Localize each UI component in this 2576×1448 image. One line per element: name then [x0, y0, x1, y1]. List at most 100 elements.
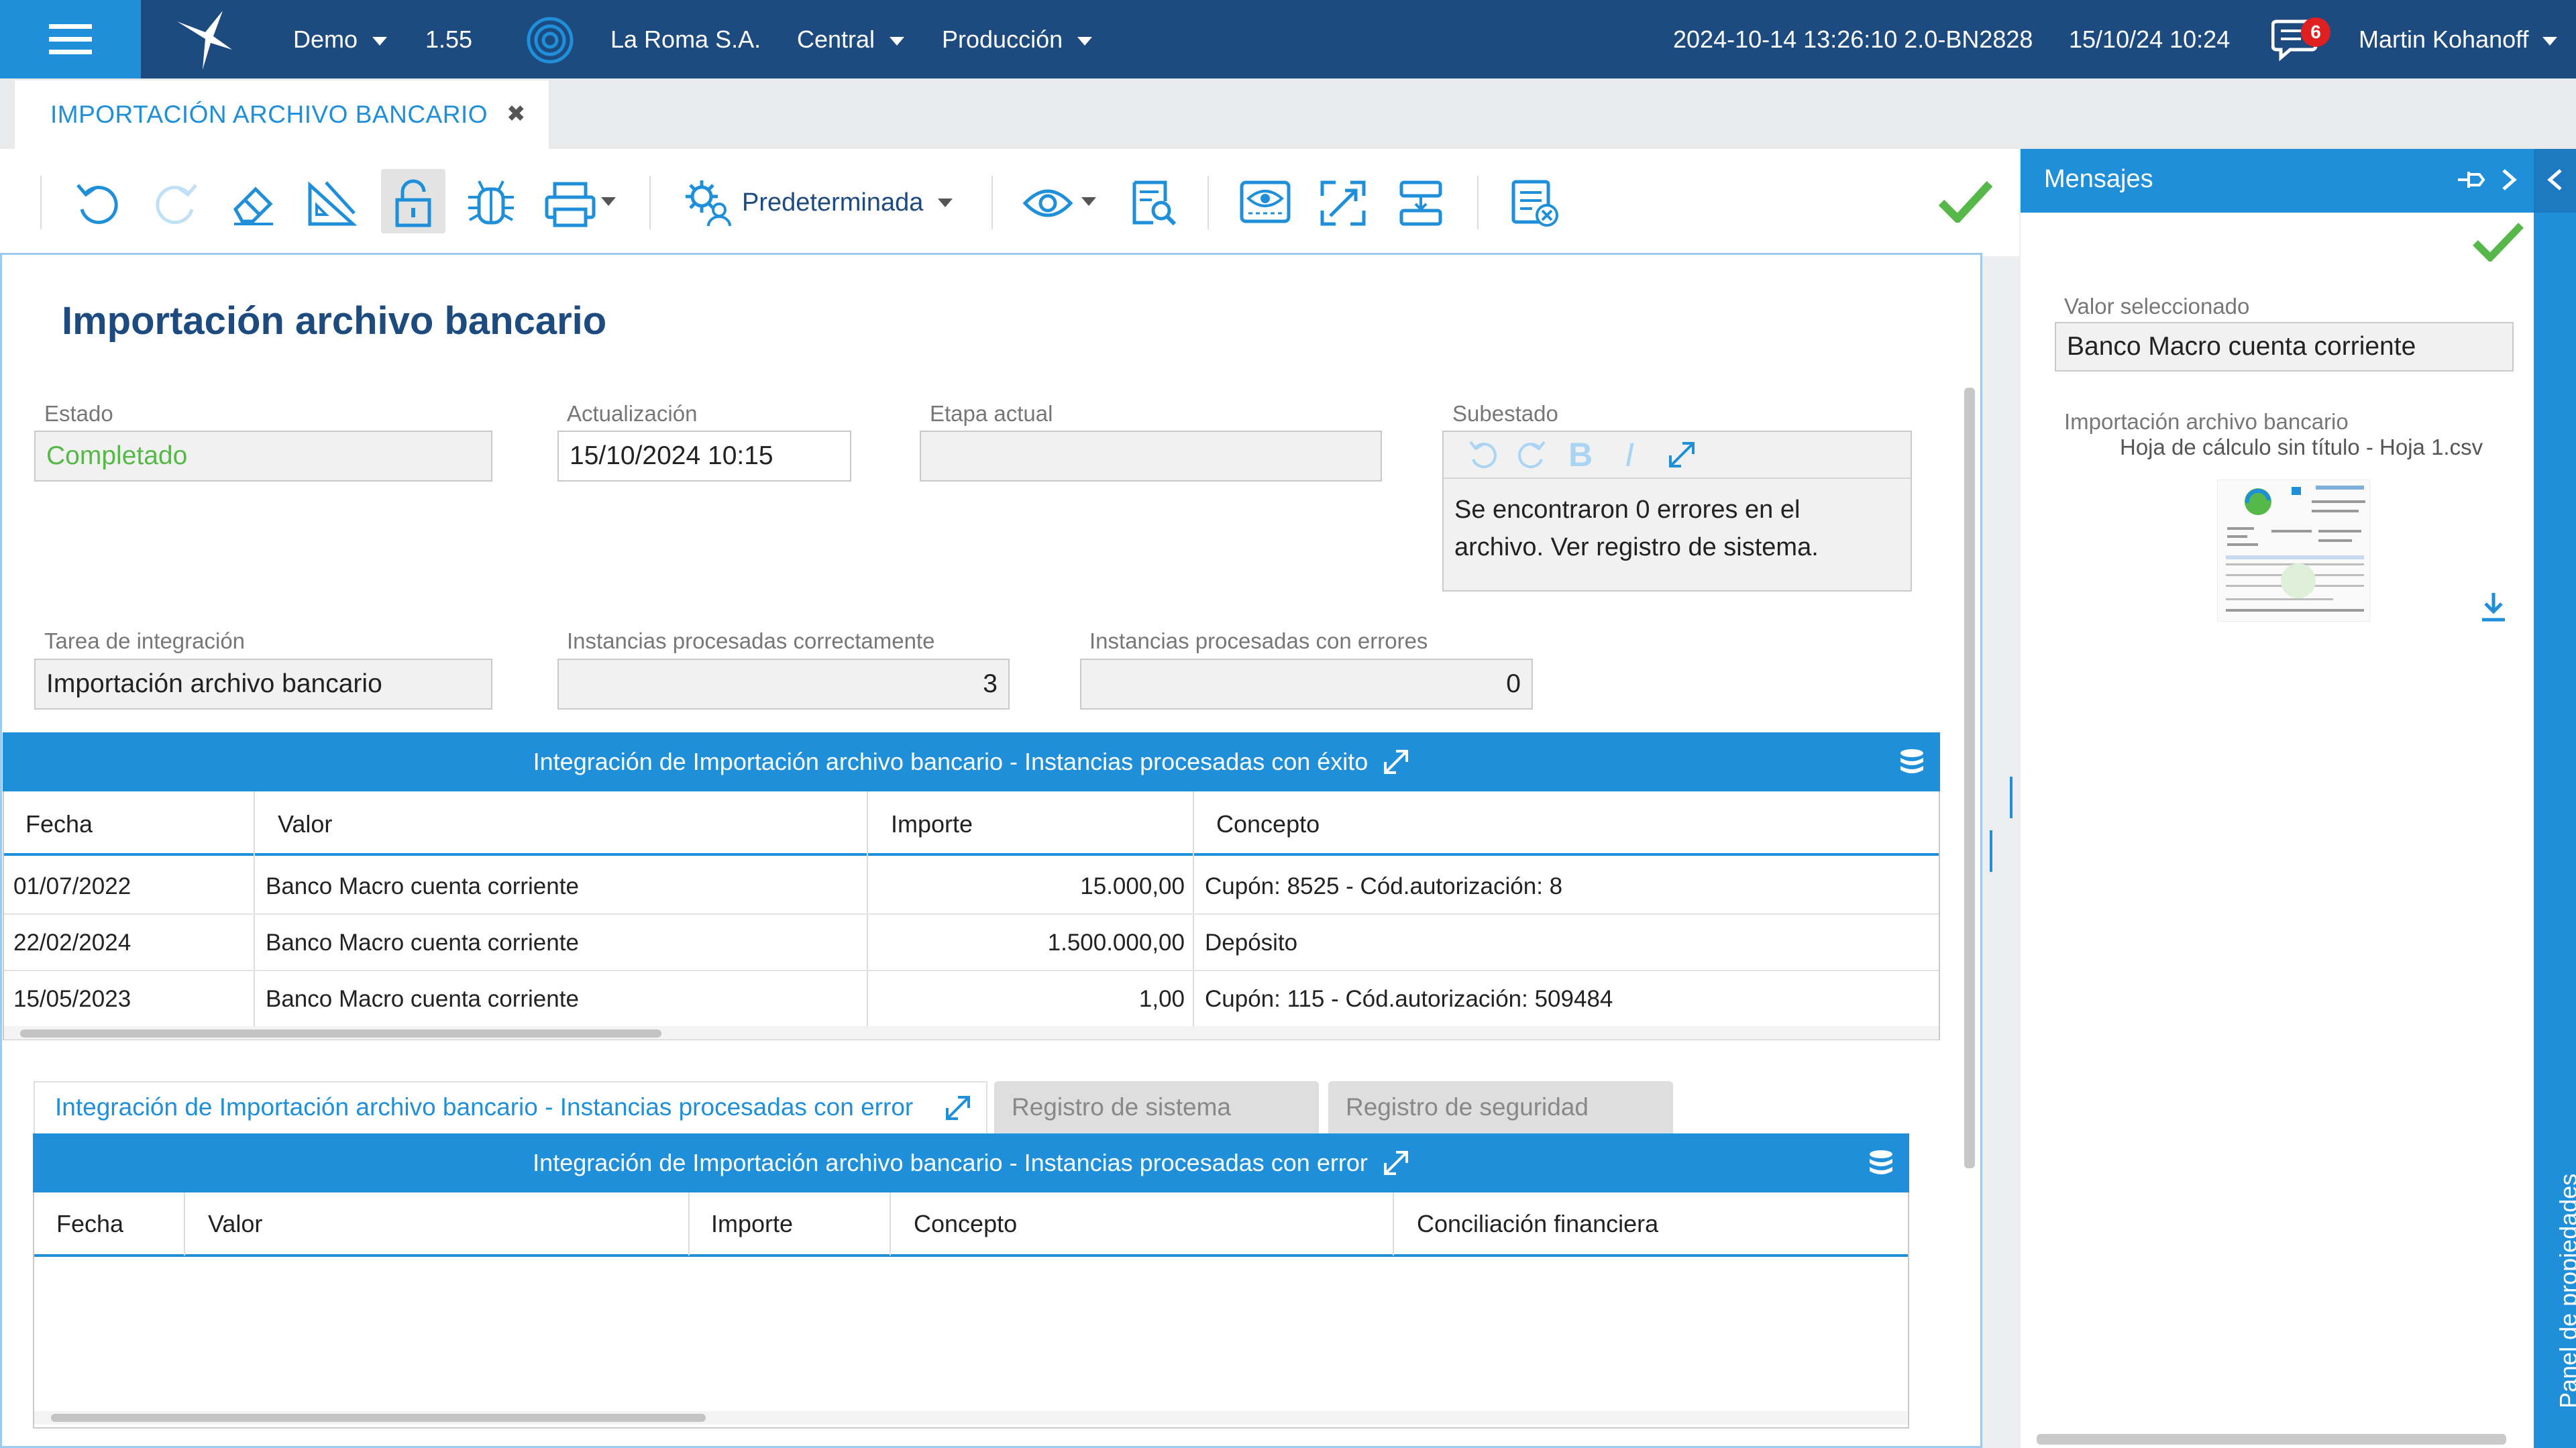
company-label[interactable]: La Roma S.A. — [610, 25, 761, 54]
messages-check-icon — [2473, 223, 2524, 262]
cancel-list-button[interactable] — [1501, 171, 1568, 235]
selected-value-field[interactable]: Banco Macro cuenta corriente — [2055, 322, 2514, 372]
row2-fecha[interactable]: 22/02/2024 — [13, 930, 131, 956]
ruler-button[interactable] — [299, 171, 366, 235]
editor-italic-icon[interactable]: I — [1625, 435, 1634, 474]
redo-button[interactable] — [143, 171, 210, 235]
error-grid-expand-icon[interactable] — [1383, 1150, 1409, 1176]
row3-concepto[interactable]: Cupón: 115 - Cód.autorización: 509484 — [1205, 986, 1613, 1013]
actualizacion-label: Actualización — [567, 401, 698, 426]
estado-label: Estado — [44, 401, 113, 426]
notification-badge: 6 — [2301, 17, 2330, 47]
bug-icon — [468, 180, 514, 224]
list-cancel-icon — [1511, 180, 1558, 227]
col-concepto[interactable]: Concepto — [1216, 810, 1320, 838]
error-grid-title: Integración de Importación archivo banca… — [533, 1149, 1368, 1176]
err-col-concepto[interactable]: Concepto — [914, 1210, 1017, 1238]
branch-selector[interactable]: Central — [797, 25, 905, 54]
monitor-eye-icon — [1240, 180, 1291, 223]
expand-button[interactable] — [1309, 171, 1377, 235]
env-selector[interactable]: Demo — [293, 25, 388, 54]
editor-bold-icon[interactable]: B — [1568, 435, 1593, 474]
split-vertical-icon — [1399, 180, 1442, 225]
print-dropdown-icon[interactable] — [601, 196, 616, 208]
row2-importe[interactable]: 1.500.000,00 — [872, 930, 1185, 956]
subestado-editor[interactable]: B I Se encontraron 0 errores en el archi… — [1442, 431, 1912, 592]
col-fecha[interactable]: Fecha — [25, 810, 93, 838]
debug-button[interactable] — [458, 171, 525, 235]
ok-count-field[interactable]: 3 — [557, 659, 1010, 710]
row3-valor[interactable]: Banco Macro cuenta corriente — [266, 986, 579, 1013]
splitter-handle-2[interactable] — [1990, 830, 1992, 872]
etapa-field[interactable] — [920, 431, 1382, 482]
tarea-field[interactable]: Importación archivo bancario — [34, 659, 492, 710]
ok-count-label: Instancias procesadas correctamente — [567, 628, 935, 653]
unlock-icon — [395, 179, 431, 227]
split-button[interactable] — [1387, 171, 1454, 235]
tab-registro-sistema[interactable]: Registro de sistema — [994, 1081, 1319, 1133]
row3-fecha[interactable]: 15/05/2023 — [13, 986, 131, 1013]
app-logo-icon — [177, 11, 232, 70]
row1-fecha[interactable]: 01/07/2022 — [13, 873, 131, 900]
form-scrollbar[interactable] — [1964, 388, 1975, 1168]
chevron-left-icon[interactable] — [2546, 168, 2565, 192]
messages-hscroll-thumb[interactable] — [2037, 1434, 2506, 1445]
properties-panel-label[interactable]: Panel de propiedades — [2555, 1174, 2576, 1408]
view-selector[interactable]: Predeterminada — [683, 176, 953, 229]
confirm-check-icon[interactable] — [1939, 180, 1992, 223]
row1-valor[interactable]: Banco Macro cuenta corriente — [266, 873, 579, 900]
file-name[interactable]: Hoja de cálculo sin título - Hoja 1.csv — [2120, 435, 2483, 460]
col-importe[interactable]: Importe — [891, 810, 973, 838]
err-col-fecha[interactable]: Fecha — [56, 1210, 123, 1238]
error-grid-hscroll-thumb[interactable] — [51, 1414, 706, 1422]
selected-value-label: Valor seleccionado — [2064, 294, 2250, 319]
search-doc-button[interactable] — [1120, 171, 1187, 235]
row1-importe[interactable]: 15.000,00 — [872, 873, 1185, 900]
spreadsheet-preview-icon — [2226, 486, 2365, 612]
row2-concepto[interactable]: Depósito — [1205, 930, 1297, 956]
print-button[interactable] — [537, 171, 604, 235]
success-grid-database-icon[interactable] — [1897, 747, 1927, 777]
estado-field[interactable]: Completado — [34, 431, 492, 482]
eraser-button[interactable] — [220, 171, 287, 235]
col-valor[interactable]: Valor — [278, 810, 332, 838]
row3-importe[interactable]: 1,00 — [872, 986, 1185, 1013]
actualizacion-field[interactable]: 15/10/2024 10:15 — [557, 431, 851, 482]
pin-icon[interactable] — [2455, 166, 2486, 193]
tarea-label: Tarea de integración — [44, 628, 246, 653]
error-grid-database-icon[interactable] — [1866, 1148, 1896, 1178]
editor-redo-icon[interactable] — [1517, 439, 1548, 470]
row1-concepto[interactable]: Cupón: 8525 - Cód.autorización: 8 — [1205, 873, 1562, 900]
user-menu[interactable]: Martin Kohanoff — [2359, 25, 2557, 54]
err-count-field[interactable]: 0 — [1080, 659, 1533, 710]
editor-undo-icon[interactable] — [1466, 439, 1497, 470]
mode-selector[interactable]: Producción — [942, 25, 1093, 54]
err-col-valor[interactable]: Valor — [208, 1210, 262, 1238]
tab-registro-seguridad[interactable]: Registro de seguridad — [1328, 1081, 1673, 1133]
datetime-label: 15/10/24 10:24 — [2069, 25, 2231, 53]
preview-button[interactable] — [1232, 171, 1299, 235]
err-col-importe[interactable]: Importe — [711, 1210, 793, 1238]
visibility-button[interactable] — [1014, 171, 1081, 235]
editor-toolbar: B I — [1444, 432, 1911, 479]
file-thumbnail[interactable] — [2217, 480, 2370, 622]
row2-valor[interactable]: Banco Macro cuenta corriente — [266, 930, 579, 956]
env-label: Demo — [293, 25, 358, 53]
splitter-handle[interactable] — [2010, 777, 2012, 818]
download-icon[interactable] — [2479, 590, 2508, 622]
visibility-dropdown-icon[interactable] — [1081, 196, 1096, 208]
hamburger-menu-button[interactable] — [0, 0, 141, 78]
success-grid-hscroll-thumb[interactable] — [20, 1029, 661, 1038]
chevron-right-icon[interactable] — [2500, 168, 2520, 192]
err-col-conciliacion[interactable]: Conciliación financiera — [1417, 1210, 1658, 1238]
eye-icon — [1022, 189, 1073, 217]
mode-label: Producción — [942, 25, 1063, 53]
branch-label: Central — [797, 25, 875, 53]
success-grid-header: Integración de Importación archivo banca… — [3, 732, 1940, 791]
undo-button[interactable] — [64, 171, 131, 235]
target-icon[interactable] — [526, 16, 574, 64]
tab-errores-expand-icon[interactable] — [945, 1095, 971, 1121]
success-grid-expand-icon[interactable] — [1383, 748, 1409, 775]
editor-expand-icon[interactable] — [1666, 439, 1697, 470]
tab-close-icon[interactable]: ✖ — [506, 101, 526, 127]
